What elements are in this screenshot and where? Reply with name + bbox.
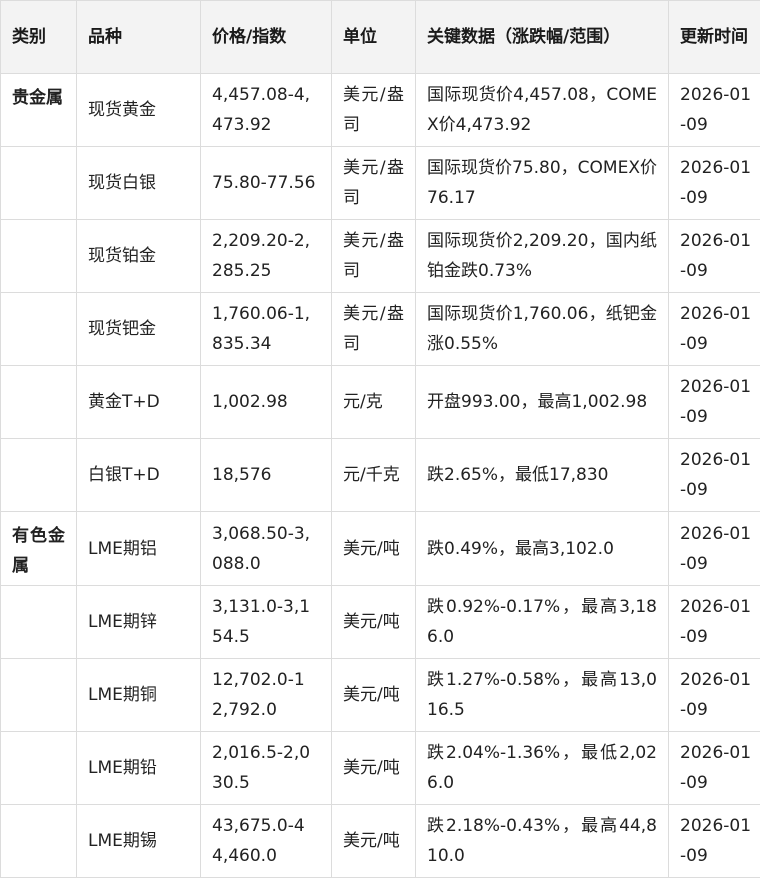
unit-cell: 美元/盎司 [331, 73, 416, 147]
variety-cell: 现货钯金 [76, 292, 201, 366]
unit-cell: 元/克 [331, 365, 416, 439]
table-row: 现货钯金 1,760.06-1,835.34 美元/盎司 国际现货价1,760.… [0, 292, 760, 366]
table-row: 黄金T+D 1,002.98 元/克 开盘993.00，最高1,002.98 2… [0, 365, 760, 439]
price-cell: 75.80-77.56 [200, 146, 332, 220]
category-cell [0, 585, 77, 659]
price-cell: 1,760.06-1,835.34 [200, 292, 332, 366]
table-row: LME期锌 3,131.0-3,154.5 美元/吨 跌0.92%-0.17%，… [0, 585, 760, 659]
unit-cell: 美元/吨 [331, 658, 416, 732]
category-cell: 贵金属 [0, 73, 77, 147]
key-data-cell: 国际现货价75.80，COMEX价76.17 [415, 146, 669, 220]
price-cell: 3,131.0-3,154.5 [200, 585, 332, 659]
table-row: 现货白银 75.80-77.56 美元/盎司 国际现货价75.80，COMEX价… [0, 146, 760, 220]
metal-price-table: 类别 品种 价格/指数 单位 关键数据（涨跌幅/范围） 更新时间 贵金属 现货黄… [0, 0, 760, 878]
key-data-cell: 开盘993.00，最高1,002.98 [415, 365, 669, 439]
updated-cell: 2026-01-09 [668, 658, 760, 732]
variety-cell: 现货黄金 [76, 73, 201, 147]
updated-cell: 2026-01-09 [668, 585, 760, 659]
price-cell: 3,068.50-3,088.0 [200, 511, 332, 586]
table-row: LME期铜 12,702.0-12,792.0 美元/吨 跌1.27%-0.58… [0, 658, 760, 732]
key-data-cell: 跌0.92%-0.17%，最高3,186.0 [415, 585, 669, 659]
variety-cell: LME期锌 [76, 585, 201, 659]
price-cell: 18,576 [200, 438, 332, 512]
variety-cell: 现货白银 [76, 146, 201, 220]
unit-cell: 美元/吨 [331, 731, 416, 805]
category-cell [0, 292, 77, 366]
category-cell [0, 731, 77, 805]
header-key-data: 关键数据（涨跌幅/范围） [415, 0, 669, 74]
price-table-container: 类别 品种 价格/指数 单位 关键数据（涨跌幅/范围） 更新时间 贵金属 现货黄… [0, 0, 760, 880]
key-data-cell: 国际现货价1,760.06，纸钯金涨0.55% [415, 292, 669, 366]
price-cell: 4,457.08-4,473.92 [200, 73, 332, 147]
table-row: 白银T+D 18,576 元/千克 跌2.65%，最低17,830 2026-0… [0, 438, 760, 512]
price-cell: 2,016.5-2,030.5 [200, 731, 332, 805]
key-data-cell: 国际现货价4,457.08，COMEX价4,473.92 [415, 73, 669, 147]
header-category: 类别 [0, 0, 77, 74]
key-data-cell: 跌2.18%-0.43%，最高44,810.0 [415, 804, 669, 878]
key-data-cell: 跌2.65%，最低17,830 [415, 438, 669, 512]
table-row: 有色金属 LME期铝 3,068.50-3,088.0 美元/吨 跌0.49%，… [0, 511, 760, 586]
variety-cell: LME期铜 [76, 658, 201, 732]
price-cell: 2,209.20-2,285.25 [200, 219, 332, 293]
variety-cell: 黄金T+D [76, 365, 201, 439]
header-price: 价格/指数 [200, 0, 332, 74]
updated-cell: 2026-01-09 [668, 731, 760, 805]
variety-cell: 白银T+D [76, 438, 201, 512]
updated-cell: 2026-01-09 [668, 438, 760, 512]
unit-cell: 美元/盎司 [331, 146, 416, 220]
header-unit: 单位 [331, 0, 416, 74]
updated-cell: 2026-01-09 [668, 804, 760, 878]
unit-cell: 美元/吨 [331, 804, 416, 878]
category-cell [0, 804, 77, 878]
table-body: 贵金属 现货黄金 4,457.08-4,473.92 美元/盎司 国际现货价4,… [0, 73, 760, 878]
key-data-cell: 跌0.49%，最高3,102.0 [415, 511, 669, 586]
unit-cell: 美元/吨 [331, 585, 416, 659]
price-cell: 1,002.98 [200, 365, 332, 439]
updated-cell: 2026-01-09 [668, 365, 760, 439]
category-cell [0, 365, 77, 439]
price-cell: 12,702.0-12,792.0 [200, 658, 332, 732]
category-cell [0, 146, 77, 220]
category-cell [0, 438, 77, 512]
table-header: 类别 品种 价格/指数 单位 关键数据（涨跌幅/范围） 更新时间 [0, 0, 760, 74]
updated-cell: 2026-01-09 [668, 219, 760, 293]
unit-cell: 元/千克 [331, 438, 416, 512]
variety-cell: 现货铂金 [76, 219, 201, 293]
updated-cell: 2026-01-09 [668, 511, 760, 586]
updated-cell: 2026-01-09 [668, 146, 760, 220]
key-data-cell: 国际现货价2,209.20，国内纸铂金跌0.73% [415, 219, 669, 293]
header-variety: 品种 [76, 0, 201, 74]
table-row: 贵金属 现货黄金 4,457.08-4,473.92 美元/盎司 国际现货价4,… [0, 73, 760, 147]
header-row: 类别 品种 价格/指数 单位 关键数据（涨跌幅/范围） 更新时间 [0, 0, 760, 74]
variety-cell: LME期铅 [76, 731, 201, 805]
unit-cell: 美元/盎司 [331, 219, 416, 293]
table-row: 现货铂金 2,209.20-2,285.25 美元/盎司 国际现货价2,209.… [0, 219, 760, 293]
variety-cell: LME期锡 [76, 804, 201, 878]
category-cell: 有色金属 [0, 511, 77, 586]
unit-cell: 美元/吨 [331, 511, 416, 586]
header-updated: 更新时间 [668, 0, 760, 74]
unit-cell: 美元/盎司 [331, 292, 416, 366]
key-data-cell: 跌2.04%-1.36%，最低2,026.0 [415, 731, 669, 805]
table-row: LME期铅 2,016.5-2,030.5 美元/吨 跌2.04%-1.36%，… [0, 731, 760, 805]
category-cell [0, 658, 77, 732]
table-row: LME期锡 43,675.0-44,460.0 美元/吨 跌2.18%-0.43… [0, 804, 760, 878]
variety-cell: LME期铝 [76, 511, 201, 586]
key-data-cell: 跌1.27%-0.58%，最高13,016.5 [415, 658, 669, 732]
category-cell [0, 219, 77, 293]
updated-cell: 2026-01-09 [668, 292, 760, 366]
updated-cell: 2026-01-09 [668, 73, 760, 147]
price-cell: 43,675.0-44,460.0 [200, 804, 332, 878]
